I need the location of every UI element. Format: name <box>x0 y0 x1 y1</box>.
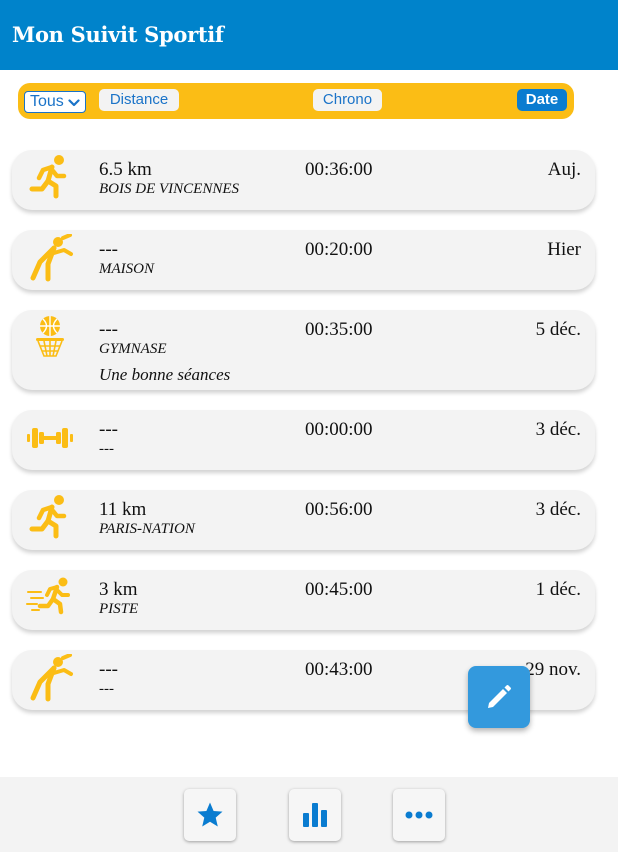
activity-chrono: 00:45:00 <box>305 579 373 600</box>
statistics-button[interactable] <box>289 789 341 841</box>
sort-date-button[interactable]: Date <box>517 89 567 111</box>
favorites-button[interactable] <box>184 789 236 841</box>
more-button[interactable] <box>393 789 445 841</box>
activity-card[interactable]: --- MAISON 00:20:00 Hier <box>12 230 595 290</box>
activity-place: PARIS-NATION <box>99 521 195 537</box>
activity-distance: 6.5 km <box>99 159 152 180</box>
activity-comment: Une bonne séances <box>99 365 231 384</box>
activity-card[interactable]: --- GYMNASE Une bonne séances 00:35:00 5 déc… <box>12 310 595 390</box>
activity-distance: --- <box>99 319 118 340</box>
activity-chrono: 00:20:00 <box>305 239 373 260</box>
activity-date: 1 déc. <box>535 579 581 600</box>
sprint-icon <box>26 574 74 622</box>
activity-type-select[interactable]: Tous <box>24 91 86 113</box>
app-header: Mon Suivit Sportif <box>0 0 618 70</box>
activity-card[interactable]: 3 km PISTE 00:45:00 1 déc. <box>12 570 595 630</box>
activity-place: BOIS DE VINCENNES <box>99 181 239 197</box>
activity-chrono: 00:00:00 <box>305 419 373 440</box>
edit-button[interactable] <box>468 666 530 728</box>
activity-distance: --- <box>99 419 118 440</box>
activity-card[interactable]: 11 km PARIS-NATION 00:56:00 3 déc. <box>12 490 595 550</box>
basketball-icon <box>26 314 74 362</box>
stretching-icon <box>26 234 74 282</box>
activity-date: Hier <box>547 239 581 260</box>
activity-place: MAISON <box>99 261 154 277</box>
dumbbell-icon <box>26 414 74 462</box>
activity-distance: 3 km <box>99 579 138 600</box>
activity-chrono: 00:36:00 <box>305 159 373 180</box>
activity-date: 3 déc. <box>535 419 581 440</box>
activity-date: 3 déc. <box>535 499 581 520</box>
filter-bar: Tous Distance Chrono Date <box>18 83 574 119</box>
activity-place: --- <box>99 681 114 697</box>
activity-distance: --- <box>99 659 118 680</box>
activity-chrono: 00:43:00 <box>305 659 373 680</box>
chevron-down-icon <box>68 99 80 107</box>
activity-date: Auj. <box>547 159 581 180</box>
activity-place: PISTE <box>99 601 139 617</box>
sort-chrono-button[interactable]: Chrono <box>313 89 382 111</box>
activity-distance: --- <box>99 239 118 260</box>
activity-chrono: 00:56:00 <box>305 499 373 520</box>
activity-place: --- <box>99 441 114 457</box>
sort-distance-button[interactable]: Distance <box>99 89 179 111</box>
activity-date: 5 déc. <box>535 319 581 340</box>
app-title: Mon Suivit Sportif <box>12 22 224 47</box>
chart-icon <box>303 803 327 827</box>
activity-chrono: 00:35:00 <box>305 319 373 340</box>
running-icon <box>26 154 74 202</box>
activity-type-select-value: Tous <box>30 93 64 110</box>
stretching-icon <box>26 654 74 702</box>
activity-place: GYMNASE <box>99 341 167 357</box>
more-icon <box>405 811 433 819</box>
bottom-nav <box>0 777 618 852</box>
running-icon <box>26 494 74 542</box>
activity-card[interactable]: 6.5 km BOIS DE VINCENNES 00:36:00 Auj. <box>12 150 595 210</box>
activity-date: 29 nov. <box>525 659 581 680</box>
activity-distance: 11 km <box>99 499 147 520</box>
pencil-icon <box>488 685 511 708</box>
star-icon <box>197 802 223 827</box>
activity-card[interactable]: --- --- 00:00:00 3 déc. <box>12 410 595 470</box>
